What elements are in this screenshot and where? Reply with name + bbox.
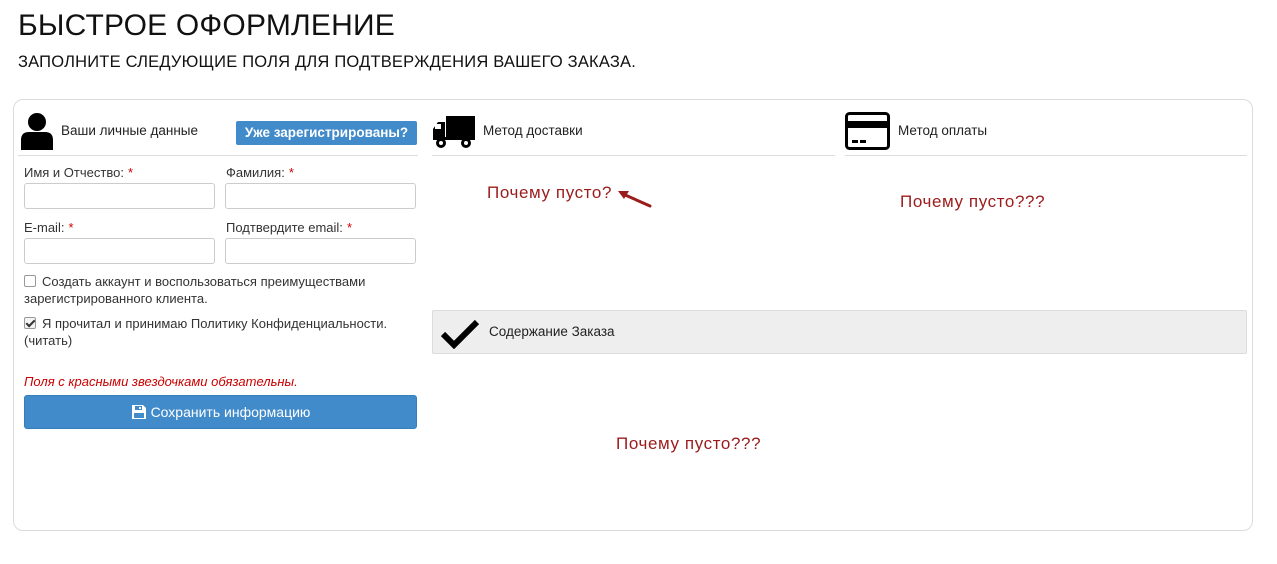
privacy-policy-option[interactable]: Я прочитал и принимаю Политику Конфиденц… [24,315,424,349]
save-info-button[interactable]: Сохранить информацию [24,395,417,429]
confirm-email-input[interactable] [225,238,416,264]
order-contents-header[interactable]: Содержание Заказа [432,310,1247,354]
privacy-policy-label-line1: Я прочитал и принимаю Политику Конфиденц… [42,316,388,331]
checkmark-icon [441,319,479,349]
shipping-method-heading: Метод доставки [483,123,583,138]
order-contents-heading: Содержание Заказа [489,324,615,339]
already-registered-button[interactable]: Уже зарегистрированы? [236,121,417,145]
floppy-disk-icon [131,405,146,419]
last-name-label: Фамилия: * [226,165,294,180]
save-info-label: Сохранить информацию [150,404,311,420]
create-account-option[interactable]: Создать аккаунт и воспользоваться преиму… [24,273,424,307]
order-empty-annotation: Почему пусто??? [616,434,762,453]
last-name-input[interactable] [225,183,416,209]
payment-empty-annotation: Почему пусто??? [900,192,1046,211]
email-label: E-mail: * [24,220,74,235]
required-asterisk: * [288,165,294,180]
page-subtitle: ЗАПОЛНИТЕ СЛЕДУЮЩИЕ ПОЛЯ ДЛЯ ПОДТВЕРЖДЕН… [18,53,637,71]
page-title: БЫСТРОЕ ОФОРМЛЕНИЕ [18,9,395,42]
user-icon [21,113,53,150]
payment-method-header: Метод оплаты [845,110,1247,156]
personal-data-header: Ваши личные данные Уже зарегистрированы? [18,110,418,156]
create-account-label-line1: Создать аккаунт и воспользоваться преиму… [42,274,366,289]
truck-icon [433,116,475,148]
email-input[interactable] [24,238,215,264]
create-account-label-line2: зарегистрированного клиента. [24,291,208,306]
privacy-policy-checkbox[interactable] [24,317,36,329]
payment-method-heading: Метод оплаты [898,123,988,138]
first-name-input[interactable] [24,183,215,209]
personal-data-heading: Ваши личные данные [61,123,199,138]
required-fields-note: Поля с красными звездочками обязательны. [24,374,298,389]
required-asterisk: * [127,165,133,180]
arrow-icon [618,191,652,208]
shipping-method-header: Метод доставки [432,110,835,156]
first-name-label: Имя и Отчество: * [24,165,133,180]
confirm-email-label: Подтвердите email: * [226,220,352,235]
credit-card-icon [845,112,890,150]
create-account-checkbox[interactable] [24,275,36,287]
required-asterisk: * [346,220,352,235]
privacy-policy-read-link[interactable]: (читать) [24,332,424,349]
required-asterisk: * [68,220,74,235]
shipping-empty-annotation: Почему пусто? [487,183,613,202]
